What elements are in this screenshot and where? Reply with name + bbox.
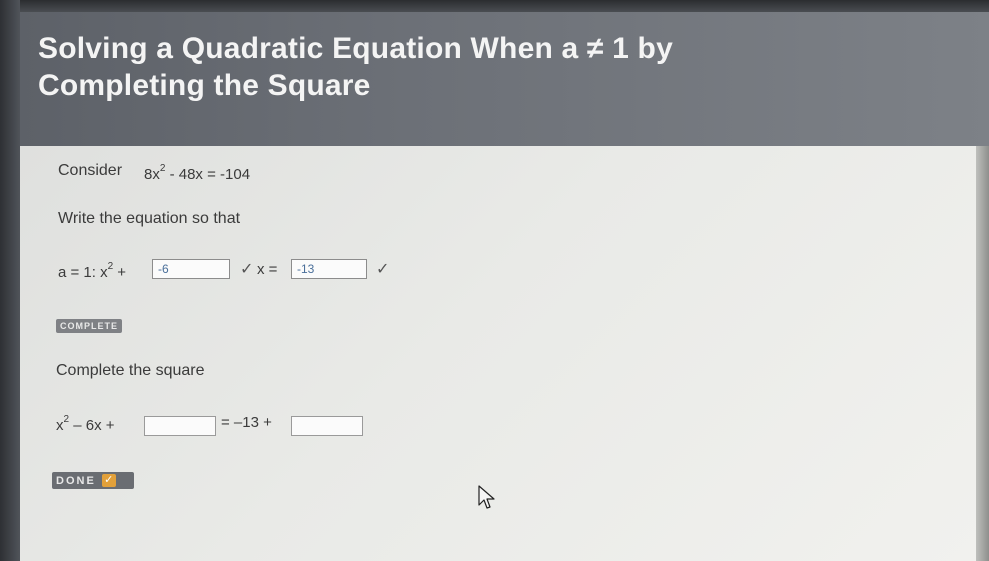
complete-badge: COMPLETE [56, 319, 123, 333]
x-equals-label: x = [257, 261, 278, 278]
lesson-title-line1: Solving a Quadratic Equation When a ≠ 1 … [38, 32, 673, 65]
monitor-bezel-left [0, 0, 20, 561]
write-equation-instruction: Write the equation so that [58, 210, 241, 227]
lesson-title-line2: Completing the Square [38, 69, 371, 102]
done-check-icon: ✓ [101, 474, 116, 487]
lhs-rest: – 6x + [69, 417, 115, 434]
check-icon: ✓ [240, 261, 254, 278]
prefix-text: a = 1: x [58, 264, 108, 281]
given-equation: 8x2 - 48x = -104 [144, 163, 250, 183]
consider-label: Consider [58, 162, 123, 179]
plus-sign: + [117, 264, 126, 281]
done-button[interactable]: DONE ✓ [52, 472, 134, 489]
check-icon: ✓ [376, 261, 390, 278]
constant-input[interactable]: -13 [291, 259, 367, 279]
content-edge [976, 146, 989, 561]
a-equals-1-prefix: a = 1: x2 + [58, 261, 126, 281]
b-coefficient-input[interactable]: -6 [152, 259, 230, 279]
lhs-x: x [56, 417, 64, 434]
equation-rest: - 48x = -104 [165, 166, 251, 183]
mouse-cursor-icon [478, 485, 495, 509]
equation-term1: 8x [144, 166, 160, 183]
done-button-label: DONE [56, 474, 96, 487]
rhs-square-input[interactable] [291, 416, 363, 436]
monitor-bezel-top [0, 0, 989, 12]
lesson-content [20, 146, 976, 561]
lhs-square-input[interactable] [144, 416, 216, 436]
lesson-title: Solving a Quadratic Equation When a ≠ 1 … [38, 30, 798, 104]
complete-square-instruction: Complete the square [56, 362, 205, 379]
prefix-exponent: 2 [107, 261, 114, 272]
complete-square-lhs: x2 – 6x + [56, 414, 115, 434]
rhs-text: = –13 + [221, 414, 272, 431]
